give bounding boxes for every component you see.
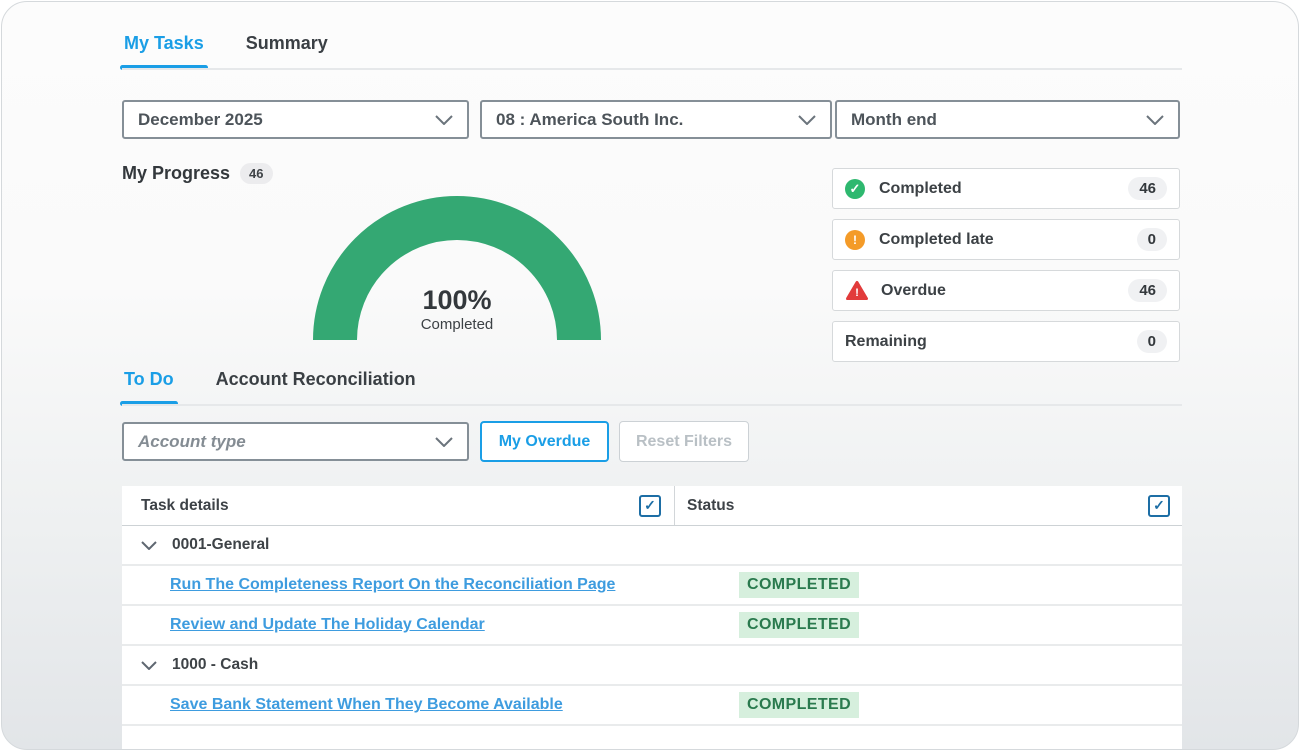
table-header-row: Task details ✓ Status ✓: [122, 486, 1182, 526]
account-type-placeholder: Account type: [138, 432, 246, 452]
period-dropdown[interactable]: December 2025: [122, 100, 469, 139]
task-details-select-all-checkbox[interactable]: ✓: [639, 495, 661, 517]
status-header: Status: [687, 497, 734, 515]
status-header-cell: Status ✓: [674, 486, 1182, 525]
status-card-overdue: ! Overdue 46: [832, 270, 1180, 311]
chevron-down-icon: [141, 541, 157, 550]
group-row[interactable]: 0001-General: [122, 526, 1182, 566]
status-card-completed: ✓ Completed 46: [832, 168, 1180, 209]
my-tasks-panel: My Tasks Summary December 2025 08 : Amer…: [1, 1, 1299, 750]
task-status-cell: COMPLETED: [674, 692, 1182, 718]
my-overdue-button[interactable]: My Overdue: [480, 421, 609, 462]
task-type-dropdown[interactable]: Month end: [835, 100, 1180, 139]
warning-triangle-icon: !: [845, 280, 869, 301]
period-dropdown-value: December 2025: [138, 110, 263, 130]
tab-summary[interactable]: Summary: [244, 33, 330, 68]
status-card-label: Overdue: [881, 282, 946, 300]
task-details-header: Task details: [141, 497, 229, 515]
inner-tabs-divider: [122, 404, 1182, 406]
task-row: Run The Completeness Report On the Recon…: [122, 566, 1182, 606]
status-card-count: 46: [1128, 177, 1167, 200]
progress-count-badge: 46: [240, 163, 272, 184]
task-row: Save Bank Statement When They Become Ava…: [122, 686, 1182, 726]
chevron-down-icon: [435, 437, 453, 447]
task-details-header-cell: Task details ✓: [122, 486, 674, 525]
task-type-dropdown-value: Month end: [851, 110, 937, 130]
status-card-count: 46: [1128, 279, 1167, 302]
progress-gauge: 100% Completed: [312, 194, 602, 340]
tab-to-do[interactable]: To Do: [122, 369, 176, 404]
svg-text:!: !: [855, 287, 859, 299]
task-status-cell: COMPLETED: [674, 612, 1182, 638]
task-title-cell: Review and Update The Holiday Calendar: [122, 616, 674, 634]
reset-filters-button[interactable]: Reset Filters: [619, 421, 749, 462]
task-status-cell: COMPLETED: [674, 572, 1182, 598]
task-row: Review and Update The Holiday Calendar C…: [122, 606, 1182, 646]
clipped-row: [122, 726, 1182, 750]
group-name: 1000 - Cash: [172, 656, 258, 674]
entity-dropdown[interactable]: 08 : America South Inc.: [480, 100, 832, 139]
group-name: 0001-General: [172, 536, 269, 554]
task-title-cell: Run The Completeness Report On the Recon…: [122, 576, 674, 594]
status-card-label: Completed late: [879, 231, 994, 249]
chevron-down-icon: [798, 115, 816, 125]
gauge-center-text: 100% Completed: [312, 286, 602, 333]
tasks-table: Task details ✓ Status ✓ 0001-General Run…: [122, 486, 1182, 750]
status-badge: COMPLETED: [739, 572, 859, 598]
status-card-label: Remaining: [845, 333, 927, 351]
status-card-remaining: Remaining 0: [832, 321, 1180, 362]
entity-dropdown-value: 08 : America South Inc.: [496, 110, 683, 130]
status-card-completed-late: ! Completed late 0: [832, 219, 1180, 260]
primary-tabs-divider: [122, 68, 1182, 70]
inner-tabs: To Do Account Reconciliation: [122, 369, 418, 404]
chevron-down-icon: [435, 115, 453, 125]
task-title-cell: Save Bank Statement When They Become Ava…: [122, 696, 674, 714]
task-link[interactable]: Save Bank Statement When They Become Ava…: [170, 696, 563, 713]
account-type-dropdown[interactable]: Account type: [122, 422, 469, 461]
status-select-all-checkbox[interactable]: ✓: [1148, 495, 1170, 517]
tab-account-reconciliation[interactable]: Account Reconciliation: [214, 369, 418, 404]
status-badge: COMPLETED: [739, 612, 859, 638]
group-row[interactable]: 1000 - Cash: [122, 646, 1182, 686]
exclamation-circle-icon: !: [845, 230, 865, 250]
gauge-caption: Completed: [312, 316, 602, 333]
gauge-percent: 100%: [312, 286, 602, 316]
chevron-down-icon: [141, 661, 157, 670]
chevron-down-icon: [1146, 115, 1164, 125]
tab-my-tasks[interactable]: My Tasks: [122, 33, 206, 68]
check-circle-icon: ✓: [845, 179, 865, 199]
status-card-count: 0: [1137, 228, 1167, 251]
status-badge: COMPLETED: [739, 692, 859, 718]
primary-tabs: My Tasks Summary: [122, 33, 330, 68]
status-card-label: Completed: [879, 180, 962, 198]
progress-heading: My Progress 46: [122, 163, 273, 184]
task-link[interactable]: Run The Completeness Report On the Recon…: [170, 576, 615, 593]
progress-title: My Progress: [122, 163, 230, 184]
task-link[interactable]: Review and Update The Holiday Calendar: [170, 616, 485, 633]
status-card-count: 0: [1137, 330, 1167, 353]
